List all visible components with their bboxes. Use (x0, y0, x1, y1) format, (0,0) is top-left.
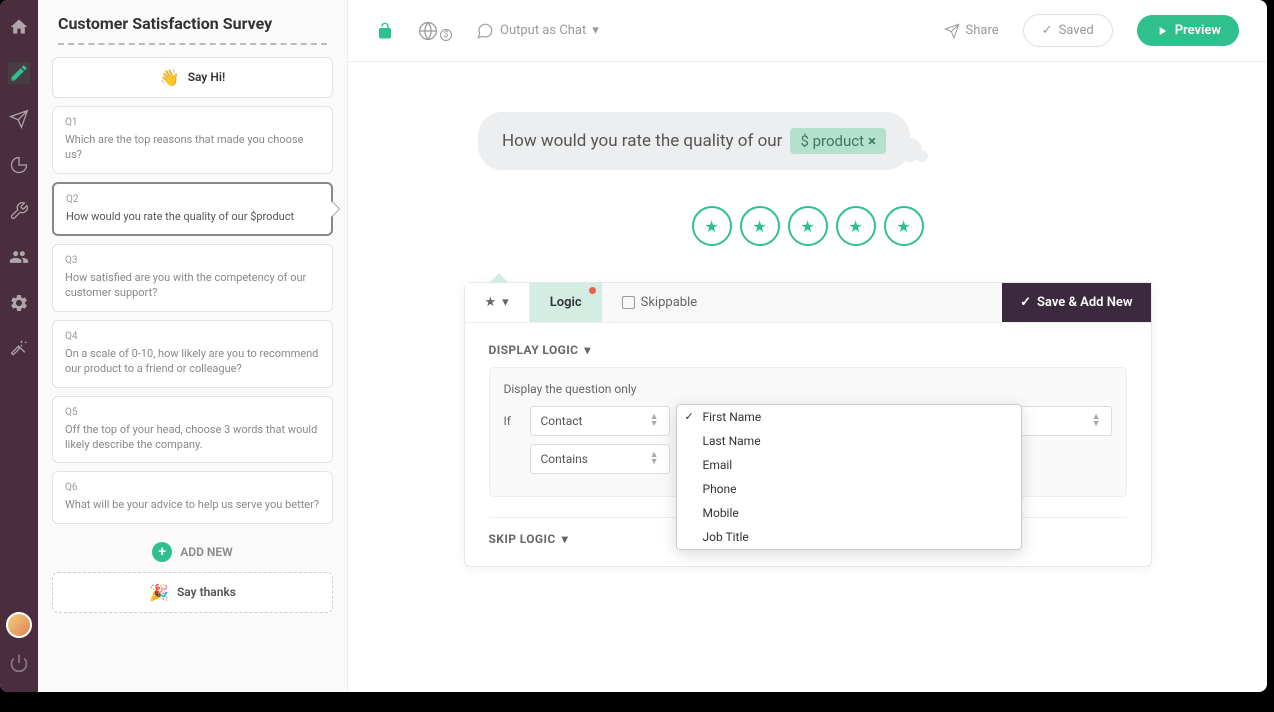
display-logic-helper: Display the question only (504, 382, 1112, 396)
party-icon: 🎉 (149, 583, 169, 602)
q-num: Q5 (65, 407, 320, 418)
question-card-q6[interactable]: Q6 What will be your advice to help us se… (52, 471, 333, 523)
settings-icon[interactable] (8, 200, 30, 222)
q-text: How satisfied are you with the competenc… (65, 270, 320, 301)
saved-label: Saved (1059, 23, 1094, 38)
question-bubble[interactable]: How would you rate the quality of our $ … (478, 112, 910, 170)
output-label: Output as Chat (500, 23, 586, 38)
condition-source-select[interactable]: Contact▲▼ (530, 406, 670, 436)
main-panel: $ Output as Chat ▾ Share ✓ Saved Preview H… (348, 0, 1267, 692)
wave-icon: 👋 (160, 68, 180, 87)
star-4[interactable]: ★ (836, 206, 876, 246)
skippable-label: Skippable (641, 295, 698, 310)
power-icon[interactable] (8, 652, 30, 674)
field-dropdown: First Name Last Name Email Phone Mobile … (676, 404, 1022, 550)
survey-title: Customer Satisfaction Survey (52, 14, 333, 43)
display-logic-box: Display the question only If Contact▲▼ F… (489, 367, 1127, 497)
divider (58, 43, 327, 45)
variable-chip[interactable]: $ product× (790, 128, 886, 154)
say-hi-label: Say Hi! (188, 70, 225, 84)
logic-label: Logic (550, 295, 582, 310)
q-num: Q3 (65, 255, 320, 266)
saved-indicator: ✓ Saved (1023, 14, 1113, 47)
chevron-down-icon: ▾ (562, 532, 568, 546)
nav-rail (0, 0, 38, 692)
check-icon: ✓ (1020, 295, 1031, 310)
dropdown-option[interactable]: Phone (677, 477, 1021, 501)
wand-icon[interactable] (8, 338, 30, 360)
say-thanks-label: Say thanks (177, 585, 236, 599)
save-label: Save & Add New (1037, 295, 1133, 310)
question-card-q1[interactable]: Q1 Which are the top reasons that made yo… (52, 106, 333, 174)
display-logic-header[interactable]: DISPLAY LOGIC▾ (489, 343, 1127, 357)
select-arrows-icon: ▲▼ (650, 414, 659, 428)
share-label: Share (966, 23, 999, 38)
preview-label: Preview (1175, 23, 1221, 38)
say-hi-card[interactable]: 👋 Say Hi! (52, 57, 333, 98)
star-rating: ★ ★ ★ ★ ★ (388, 206, 1227, 246)
notification-dot (589, 287, 596, 294)
variable-label: $ product (800, 132, 864, 150)
topbar: $ Output as Chat ▾ Share ✓ Saved Preview (348, 0, 1267, 62)
chevron-down-icon: ▾ (502, 295, 509, 310)
dropdown-option[interactable]: First Name (677, 405, 1021, 429)
q-text: Which are the top reasons that made you … (65, 132, 320, 163)
avatar[interactable] (6, 612, 32, 638)
editor-body: DISPLAY LOGIC▾ Display the question only… (465, 323, 1151, 566)
if-label: If (504, 414, 520, 428)
select-arrows-icon: ▲▼ (1092, 414, 1101, 428)
question-sidebar: Customer Satisfaction Survey 👋 Say Hi! Q1… (38, 0, 348, 692)
globe-icon[interactable]: $ (418, 21, 452, 41)
canvas: How would you rate the quality of our $ … (348, 62, 1267, 692)
add-new-label: ADD NEW (180, 545, 232, 559)
question-text: How would you rate the quality of our (502, 131, 782, 151)
save-add-new-button[interactable]: ✓ Save & Add New (1002, 283, 1150, 322)
q-num: Q4 (65, 331, 320, 342)
preview-button[interactable]: Preview (1137, 15, 1239, 46)
send-icon[interactable] (8, 108, 30, 130)
checkbox-icon[interactable] (622, 296, 635, 309)
q-num: Q6 (65, 482, 320, 493)
question-card-q3[interactable]: Q3 How satisfied are you with the compete… (52, 244, 333, 312)
select-arrows-icon: ▲▼ (650, 452, 659, 466)
say-thanks-card[interactable]: 🎉 Say thanks (52, 572, 333, 613)
check-icon: ✓ (1042, 23, 1053, 38)
q-text: Off the top of your head, choose 3 words… (65, 422, 320, 453)
reports-icon[interactable] (8, 154, 30, 176)
star-3[interactable]: ★ (788, 206, 828, 246)
share-button[interactable]: Share (944, 23, 999, 39)
star-1[interactable]: ★ (692, 206, 732, 246)
question-type-tab[interactable]: ★ ▾ (465, 283, 530, 322)
logic-tab[interactable]: Logic (530, 283, 602, 322)
dropdown-option[interactable]: Job Title (677, 525, 1021, 549)
chevron-down-icon: ▾ (592, 23, 599, 38)
add-new-button[interactable]: + ADD NEW (52, 532, 333, 572)
editor-tabs: ★ ▾ Logic Skippable ✓ Save & Add New (465, 283, 1151, 323)
q-num: Q2 (66, 194, 319, 205)
q-text: How would you rate the quality of our $p… (66, 209, 319, 224)
chevron-down-icon: ▾ (584, 343, 590, 357)
question-card-q2[interactable]: Q2 How would you rate the quality of our … (52, 182, 333, 236)
star-5[interactable]: ★ (884, 206, 924, 246)
condition-operator-select[interactable]: Contains▲▼ (530, 444, 670, 474)
question-card-q5[interactable]: Q5 Off the top of your head, choose 3 wor… (52, 396, 333, 464)
q-text: What will be your advice to help us serv… (65, 497, 320, 512)
star-2[interactable]: ★ (740, 206, 780, 246)
plus-icon: + (152, 542, 172, 562)
remove-variable-icon[interactable]: × (868, 132, 876, 150)
dropdown-option[interactable]: Last Name (677, 429, 1021, 453)
dropdown-option[interactable]: Mobile (677, 501, 1021, 525)
lock-open-icon[interactable] (376, 22, 394, 40)
team-icon[interactable] (8, 246, 30, 268)
home-icon[interactable] (8, 16, 30, 38)
skippable-toggle[interactable]: Skippable (602, 283, 718, 322)
output-mode-button[interactable]: Output as Chat ▾ (476, 22, 599, 40)
edit-icon[interactable] (8, 62, 30, 84)
gear-icon[interactable] (8, 292, 30, 314)
question-card-q4[interactable]: Q4 On a scale of 0-10, how likely are you… (52, 320, 333, 388)
dropdown-option[interactable]: Email (677, 453, 1021, 477)
logic-editor: ★ ▾ Logic Skippable ✓ Save & Add New DISP… (464, 282, 1152, 567)
q-num: Q1 (65, 117, 320, 128)
q-text: On a scale of 0-10, how likely are you t… (65, 346, 320, 377)
